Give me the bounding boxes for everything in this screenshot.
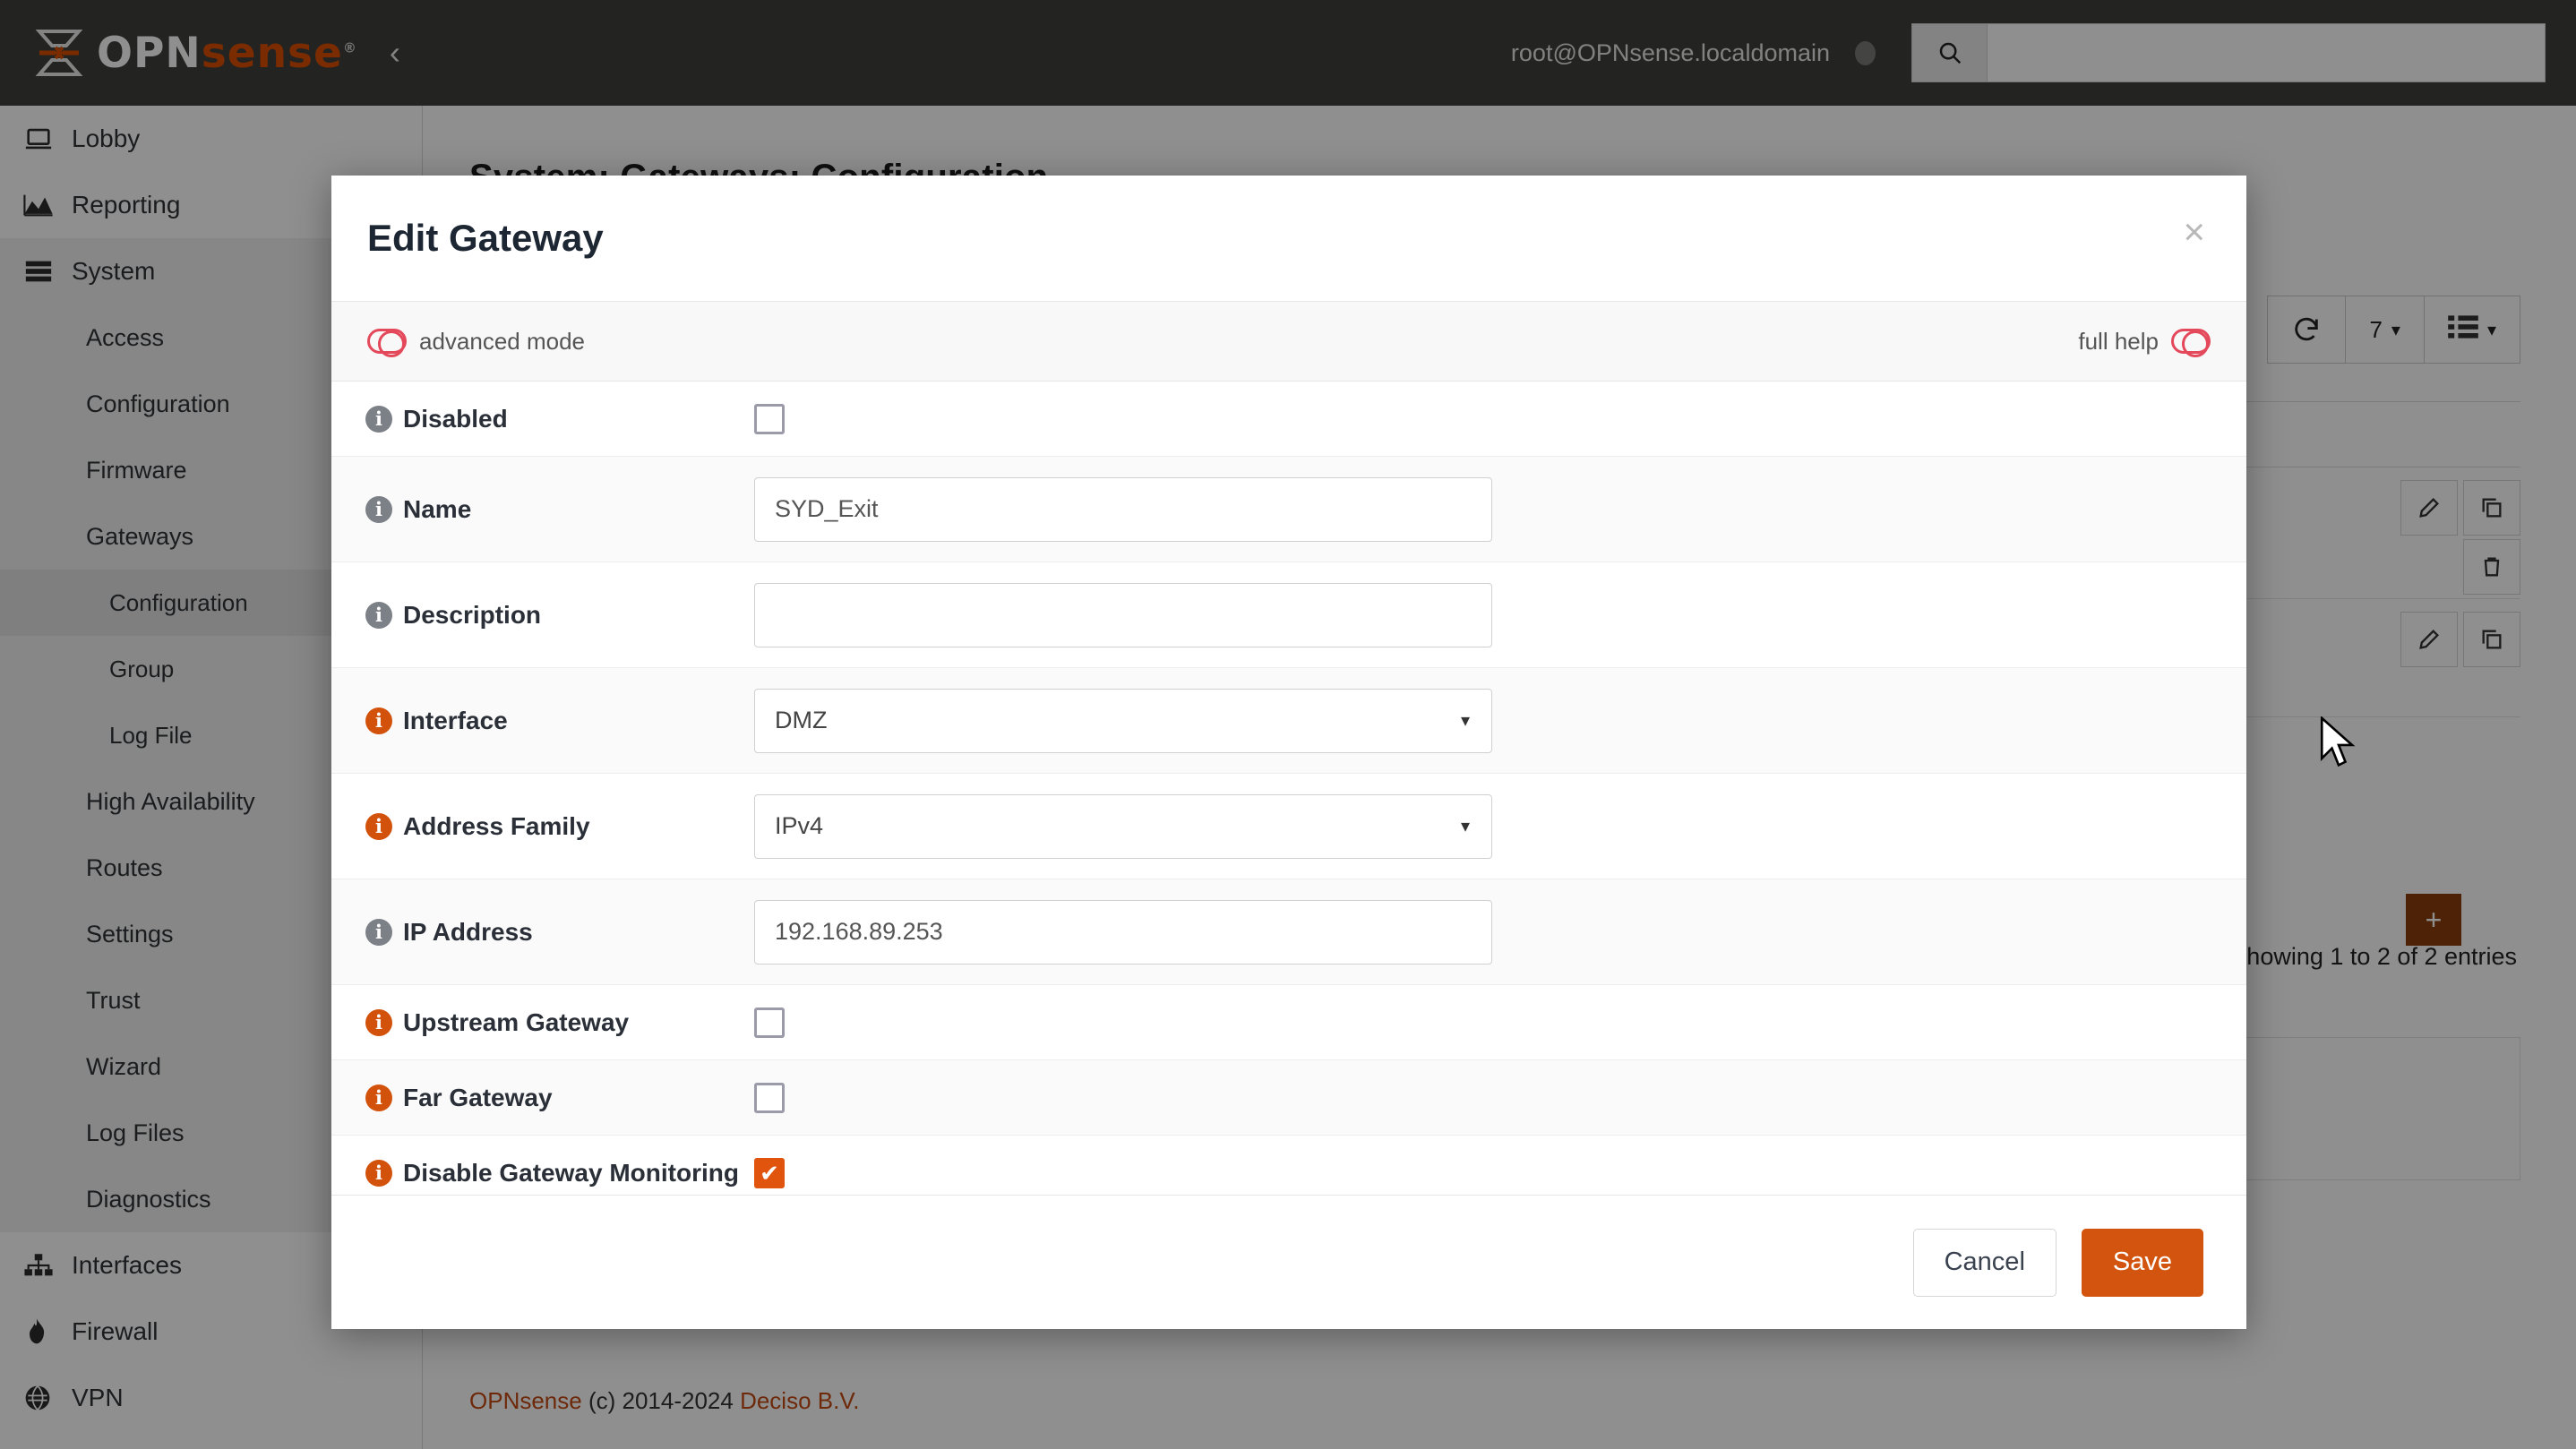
close-icon[interactable]: × [2183,213,2205,251]
selected-value: IPv4 [775,812,824,839]
form-row-interface: i Interface DMZ ▾ [331,668,2246,774]
field-label-far-gateway: i Far Gateway [331,1084,754,1112]
disabled-checkbox[interactable] [754,403,785,434]
field-label-description: i Description [331,601,754,630]
ip-address-input[interactable] [754,899,1492,965]
info-icon[interactable]: i [365,707,392,734]
label-text: Disabled [403,404,508,433]
form-row-far-gateway: i Far Gateway [331,1060,2246,1136]
info-icon[interactable]: i [365,812,392,840]
form-row-disabled: i Disabled [331,382,2246,457]
field-label-disabled: i Disabled [331,405,754,433]
toggle-off-icon[interactable] [2171,329,2211,357]
label-text: Address Family [403,811,590,840]
label-text: Upstream Gateway [403,1007,630,1036]
info-icon[interactable]: i [365,495,392,523]
modal-options-bar: advanced mode full help [331,301,2246,382]
interface-select[interactable]: DMZ ▾ [754,688,1492,753]
name-input[interactable] [754,476,1492,542]
edit-gateway-modal: Edit Gateway × advanced mode full help i… [331,176,2246,1329]
info-icon[interactable]: i [365,601,392,629]
form-row-address-family: i Address Family IPv4 ▾ [331,774,2246,879]
address-family-select[interactable]: IPv4 ▾ [754,793,1492,859]
field-control [754,403,2246,434]
advanced-mode-label[interactable]: advanced mode [419,328,585,356]
toggle-off-icon[interactable] [367,329,407,357]
field-control [754,1157,2246,1188]
label-text: Far Gateway [403,1083,553,1111]
field-label-ip-address: i IP Address [331,918,754,947]
form-row-disable-gateway-monitoring: i Disable Gateway Monitoring [331,1136,2246,1195]
modal-footer: Cancel Save [331,1195,2246,1329]
field-label-disable-gateway-monitoring: i Disable Gateway Monitoring [331,1159,754,1187]
chevron-down-icon: ▾ [1460,711,1470,731]
field-label-name: i Name [331,495,754,524]
disable-gateway-monitoring-checkbox[interactable] [754,1157,785,1188]
info-icon[interactable]: i [365,1159,392,1187]
field-control [754,899,2246,965]
info-icon[interactable]: i [365,918,392,946]
selected-value: DMZ [775,707,828,733]
chevron-down-icon: ▾ [1460,817,1470,836]
upstream-gateway-checkbox[interactable] [754,1007,785,1038]
label-text: Name [403,494,472,523]
form-row-description: i Description [331,562,2246,668]
info-icon[interactable]: i [365,1008,392,1036]
info-icon[interactable]: i [365,405,392,433]
cancel-button[interactable]: Cancel [1912,1228,2057,1297]
modal-form: i Disabled i Name i Description [331,382,2246,1195]
description-input[interactable] [754,582,1492,647]
full-help-label[interactable]: full help [2078,328,2159,356]
field-label-upstream-gateway: i Upstream Gateway [331,1008,754,1037]
far-gateway-checkbox[interactable] [754,1082,785,1113]
form-row-upstream-gateway: i Upstream Gateway [331,985,2246,1060]
field-control [754,1007,2246,1038]
label-text: IP Address [403,917,533,946]
field-control: DMZ ▾ [754,688,2246,753]
info-icon[interactable]: i [365,1084,392,1111]
modal-title: Edit Gateway [367,217,604,259]
full-help-group: full help [2065,328,2211,357]
label-text: Disable Gateway Monitoring [403,1158,739,1187]
save-button[interactable]: Save [2081,1228,2203,1297]
label-text: Description [403,600,542,629]
field-control [754,1082,2246,1113]
field-control: IPv4 ▾ [754,793,2246,859]
form-row-ip-address: i IP Address [331,879,2246,985]
field-label-address-family: i Address Family [331,812,754,841]
field-control [754,476,2246,542]
modal-header: Edit Gateway × [331,176,2246,301]
form-row-name: i Name [331,457,2246,562]
field-label-interface: i Interface [331,707,754,735]
label-text: Interface [403,706,508,734]
mouse-cursor [2318,715,2359,775]
field-control [754,582,2246,647]
